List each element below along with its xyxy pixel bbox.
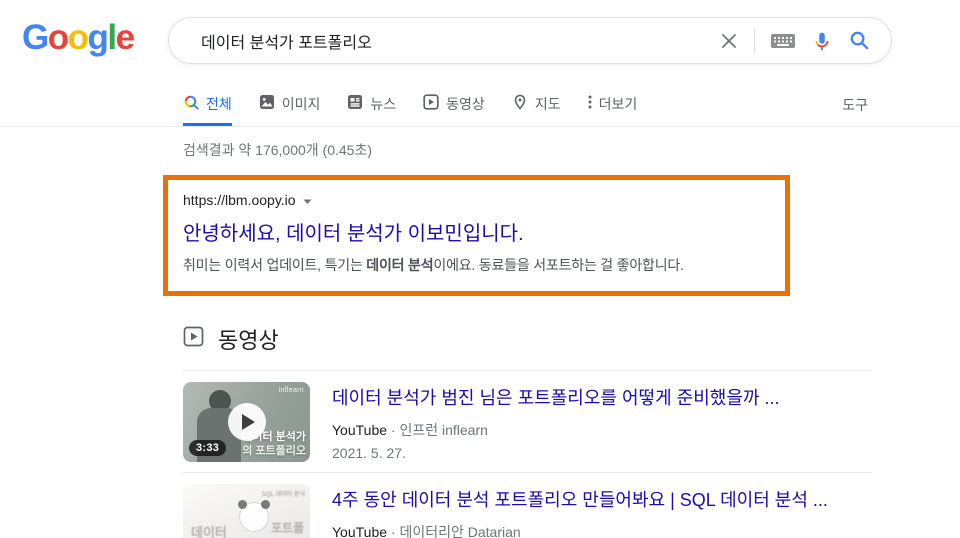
mic-icon[interactable] [811,30,833,52]
video-platform: YouTube [332,524,388,538]
logo-letter: e [115,18,135,57]
result-type-tabs: 전체 이미지 뉴스 동영상 지도 더보기 도구 [0,82,960,127]
tab-images[interactable]: 이미지 [259,82,321,126]
tab-maps[interactable]: 지도 [512,82,561,126]
video-source: YouTube · 데이터리안 Datarian [332,522,828,538]
tab-label: 이미지 [281,95,321,112]
video-date: 2021. 5. 27. [332,445,406,461]
play-icon[interactable] [227,403,266,441]
images-icon [259,94,275,113]
thumbnail-art: 데이터 [191,525,227,538]
tab-videos[interactable]: 동영상 [423,82,485,126]
video-title-link[interactable]: 데이터 분석가 범진 님은 포트폴리오를 어떻게 준비했을까 ... [332,384,779,410]
logo-letter: l [107,18,117,57]
videos-section-title: 동영상 [218,328,279,353]
video-source: YouTube · 인프런 inflearn [332,420,779,440]
meta-separator: · [390,524,396,538]
result-url[interactable]: https://lbm.oopy.io [183,192,770,208]
tab-label: 더보기 [598,95,638,112]
clear-icon[interactable] [719,31,739,51]
search-query-text[interactable]: 데이터 분석가 포트폴리오 [201,29,719,53]
snippet-bold-part: 데이터 분석 [366,257,434,273]
top-result-highlighted: https://lbm.oopy.io 안녕하세요, 데이터 분석가 이보민입니… [163,175,790,296]
thumbnail-brand-text: inflearn [278,387,304,394]
news-icon [347,94,363,113]
tab-label: 동영상 [446,95,485,112]
result-title-link[interactable]: 안녕하세요, 데이터 분석가 이보민입니다. [183,217,770,246]
search-icon[interactable] [848,29,871,52]
video-result: 데이터 포트폴 만들 수 있다고요? SQL 데이터 분석 6:33 4주 동안… [183,473,872,538]
video-title-link[interactable]: 4주 동안 데이터 분석 포트폴리오 만들어봐요 | SQL 데이터 분석 ..… [332,486,828,512]
tab-label: 전체 [206,95,232,112]
google-logo[interactable]: Google [22,18,135,58]
result-snippet: 취미는 이력서 업데이트, 특기는 데이터 분석이에요. 동료들을 서포트하는 … [183,255,770,275]
video-thumbnail[interactable]: inflearn 데이터 분석가 의 포트폴리오 3:33 [183,382,310,462]
meta-separator: · [390,422,396,438]
tab-label: 뉴스 [370,95,397,112]
video-channel: 데이터리안 Datarian [399,524,521,538]
chevron-down-icon[interactable] [303,192,312,208]
video-duration-badge: 3:33 [189,440,227,456]
search-results: 검색결과 약 176,000개 (0.45초) https://lbm.oopy… [0,140,960,538]
tools-button[interactable]: 도구 [842,82,868,127]
result-url-text: https://lbm.oopy.io [183,192,296,208]
tab-all[interactable]: 전체 [183,82,232,126]
video-platform: YouTube [332,422,388,438]
logo-letter: o [67,18,89,57]
thumbnail-art [238,500,270,532]
videos-icon [423,94,439,113]
more-icon [588,94,592,113]
logo-letter: g [87,18,109,57]
videos-section-header: 동영상 [183,323,960,355]
pill-divider [754,27,755,54]
tab-more[interactable]: 더보기 [588,82,638,126]
search-input[interactable]: 데이터 분석가 포트폴리오 [168,17,892,64]
video-section-icon [183,326,204,352]
tab-news[interactable]: 뉴스 [347,82,396,126]
snippet-part: 취미는 이력서 업데이트, 특기는 [183,257,367,273]
video-thumbnail[interactable]: 데이터 포트폴 만들 수 있다고요? SQL 데이터 분석 6:33 [183,484,310,538]
video-channel: 인프런 inflearn [399,422,488,438]
logo-letter: o [47,18,69,57]
thumbnail-art: 포트폴 [271,521,305,535]
logo-letter: G [22,18,49,57]
video-result: inflearn 데이터 분석가 의 포트폴리오 3:33 데이터 분석가 범진… [183,371,872,472]
thumbnail-caption: 의 포트폴리오 [242,445,306,457]
snippet-part: 이에요. 동료들을 서포트하는 걸 좋아합니다. [433,257,684,273]
thumbnail-art: SQL 데이터 분석 [261,492,305,498]
result-stats: 검색결과 약 176,000개 (0.45초) [183,142,373,158]
search-header: Google 데이터 분석가 포트폴리오 [0,0,960,82]
keyboard-icon[interactable] [770,32,796,50]
tab-label: 지도 [534,95,561,112]
maps-icon [512,94,528,113]
search-colored-icon [183,94,199,113]
